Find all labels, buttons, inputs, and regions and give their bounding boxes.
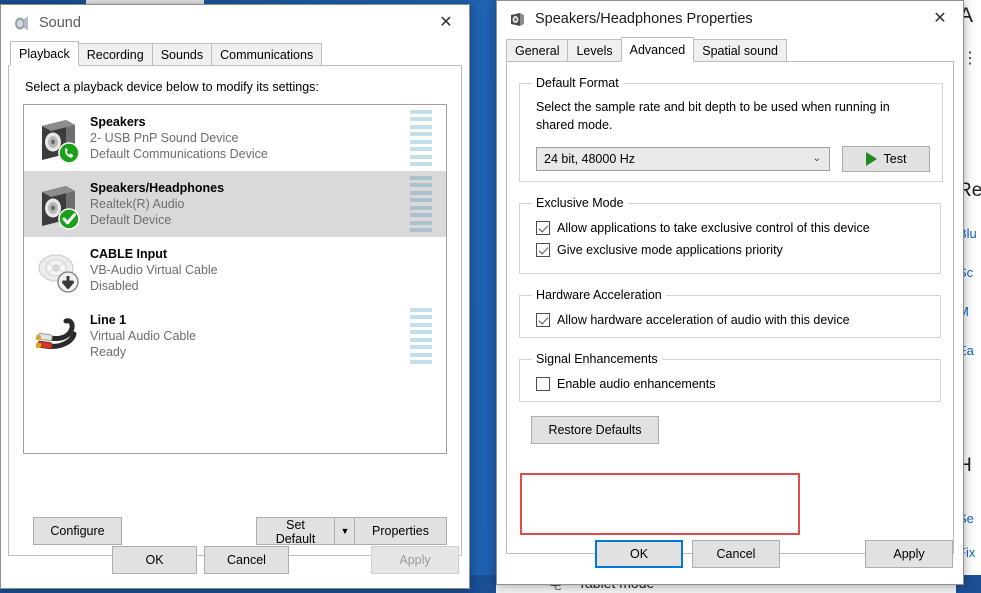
chevron-down-icon[interactable]: ▼ <box>334 517 356 545</box>
device-text: Line 1 Virtual Audio Cable Ready <box>90 312 410 360</box>
signal-enhancements-legend: Signal Enhancements <box>536 352 658 366</box>
playback-tab-panel: Select a playback device below to modify… <box>8 65 462 556</box>
playback-hint-text: Select a playback device below to modify… <box>25 80 319 94</box>
speaker-icon <box>12 14 30 32</box>
hardware-acceleration-group: Hardware Acceleration Allow hardware acc… <box>519 288 941 338</box>
hardware-acceleration-legend: Hardware Acceleration <box>536 288 662 302</box>
speaker-box-icon <box>32 112 84 164</box>
close-icon[interactable]: ✕ <box>423 5 469 39</box>
device-text: CABLE Input VB-Audio Virtual Cable Disab… <box>90 246 410 294</box>
checkbox-icon[interactable] <box>536 243 550 257</box>
sample-rate-select[interactable]: 24 bit, 48000 Hz ⌄ <box>536 147 830 171</box>
hardware-acceleration-checkbox-row[interactable]: Allow hardware acceleration of audio wit… <box>536 312 928 328</box>
properties-tabstrip: General Levels Advanced Spatial sound <box>497 37 963 62</box>
apply-button[interactable]: Apply <box>371 546 459 574</box>
enable-audio-enhancements-label: Enable audio enhancements <box>557 377 716 391</box>
default-format-group: Default Format Select the sample rate an… <box>519 76 943 182</box>
volume-meter <box>410 308 432 364</box>
tab-general[interactable]: General <box>506 39 569 61</box>
exclusive-priority-checkbox-row[interactable]: Give exclusive mode applications priorit… <box>536 242 928 258</box>
chevron-down-icon: ⌄ <box>812 152 821 164</box>
set-default-split-button[interactable]: Set Default ▼ <box>256 517 356 546</box>
apply-button[interactable]: Apply <box>865 540 953 568</box>
test-button-label: Test <box>883 152 907 166</box>
device-name: Speakers <box>90 115 146 129</box>
exclusive-mode-legend: Exclusive Mode <box>536 196 624 210</box>
tab-sounds[interactable]: Sounds <box>151 43 213 65</box>
table-row[interactable]: Speakers 2- USB PnP Sound Device Default… <box>24 105 446 171</box>
sample-rate-value: 24 bit, 48000 Hz <box>544 152 636 166</box>
sound-dialog[interactable]: Sound ✕ Playback Recording Sounds Commun… <box>0 4 470 589</box>
properties-dialog-title: Speakers/Headphones Properties <box>535 11 753 27</box>
tab-levels[interactable]: Levels <box>567 39 622 61</box>
cancel-button[interactable]: Cancel <box>204 546 289 574</box>
device-driver: Realtek(R) Audio <box>90 197 185 211</box>
table-row[interactable]: Line 1 Virtual Audio Cable Ready <box>24 303 446 369</box>
sound-titlebar: Sound ✕ <box>1 5 469 41</box>
sound-dialog-footer: OK Cancel Apply <box>1 546 469 574</box>
tab-spatial-sound[interactable]: Spatial sound <box>693 39 787 61</box>
default-format-description: Select the sample rate and bit depth to … <box>536 100 890 132</box>
rca-cable-icon <box>32 310 84 362</box>
device-name: Line 1 <box>90 313 127 327</box>
play-triangle-icon <box>865 152 877 166</box>
default-format-row: 24 bit, 48000 Hz ⌄ Test <box>536 146 930 172</box>
checkbox-icon[interactable] <box>536 377 550 391</box>
advanced-tab-panel: Default Format Select the sample rate an… <box>506 61 954 554</box>
tab-playback[interactable]: Playback <box>10 41 79 66</box>
device-name: Speakers/Headphones <box>90 181 225 195</box>
test-button[interactable]: Test <box>842 146 930 172</box>
tab-advanced[interactable]: Advanced <box>620 37 695 62</box>
tab-recording[interactable]: Recording <box>77 43 153 65</box>
tab-communications[interactable]: Communications <box>211 43 323 65</box>
device-status: Default Device <box>90 213 172 227</box>
device-text: Speakers/Headphones Realtek(R) Audio Def… <box>90 180 410 228</box>
checkbox-icon[interactable] <box>536 221 550 235</box>
checkbox-icon[interactable] <box>536 313 550 327</box>
exclusive-priority-label: Give exclusive mode applications priorit… <box>557 243 783 257</box>
close-icon[interactable]: ✕ <box>917 1 963 35</box>
device-action-buttons: Configure Set Default ▼ Properties <box>9 517 461 546</box>
speaker-box-icon <box>32 178 84 230</box>
playback-device-list[interactable]: Speakers 2- USB PnP Sound Device Default… <box>23 104 447 454</box>
cancel-button[interactable]: Cancel <box>692 540 780 568</box>
microphone-jack-icon <box>32 244 84 296</box>
set-default-button[interactable]: Set Default <box>256 517 334 546</box>
device-name: CABLE Input <box>90 247 168 261</box>
exclusive-mode-group: Exclusive Mode Allow applications to tak… <box>519 196 941 274</box>
properties-dialog-footer: OK Cancel Apply <box>497 540 963 568</box>
device-driver: Virtual Audio Cable <box>90 329 197 343</box>
sound-tabstrip: Playback Recording Sounds Communications <box>1 41 469 66</box>
device-driver: VB-Audio Virtual Cable <box>90 263 218 277</box>
ok-button[interactable]: OK <box>595 540 683 568</box>
configure-button[interactable]: Configure <box>33 517 122 545</box>
device-status: Ready <box>90 345 127 359</box>
properties-titlebar: Speakers/Headphones Properties ✕ <box>497 1 963 37</box>
device-text: Speakers 2- USB PnP Sound Device Default… <box>90 114 410 162</box>
enable-audio-enhancements-checkbox-row[interactable]: Enable audio enhancements <box>536 376 928 392</box>
table-row[interactable]: CABLE Input VB-Audio Virtual Cable Disab… <box>24 237 446 303</box>
properties-button[interactable]: Properties <box>354 517 447 545</box>
speaker-small-icon <box>508 10 526 28</box>
restore-defaults-button[interactable]: Restore Defaults <box>531 416 659 444</box>
speaker-properties-dialog[interactable]: Speakers/Headphones Properties ✕ General… <box>496 0 964 585</box>
device-driver: 2- USB PnP Sound Device <box>90 131 239 145</box>
exclusive-control-checkbox-row[interactable]: Allow applications to take exclusive con… <box>536 220 928 236</box>
settings-overflow-icon[interactable]: ⋮ <box>962 48 979 68</box>
hardware-acceleration-label: Allow hardware acceleration of audio wit… <box>557 313 850 327</box>
annotation-highlight-rect <box>520 473 800 535</box>
device-status: Default Communications Device <box>90 147 268 161</box>
exclusive-control-label: Allow applications to take exclusive con… <box>557 221 870 235</box>
desktop-root: A ⋮ Re Blu Sc M Ea H Se Fix Tablet mode <box>0 0 981 593</box>
device-status: Disabled <box>90 279 139 293</box>
signal-enhancements-group: Signal Enhancements Enable audio enhance… <box>519 352 941 402</box>
sound-dialog-title: Sound <box>39 15 81 31</box>
table-row[interactable]: Speakers/Headphones Realtek(R) Audio Def… <box>24 171 446 237</box>
volume-meter <box>410 176 432 232</box>
default-format-legend: Default Format <box>536 76 619 90</box>
volume-meter <box>410 110 432 166</box>
ok-button[interactable]: OK <box>112 546 197 574</box>
